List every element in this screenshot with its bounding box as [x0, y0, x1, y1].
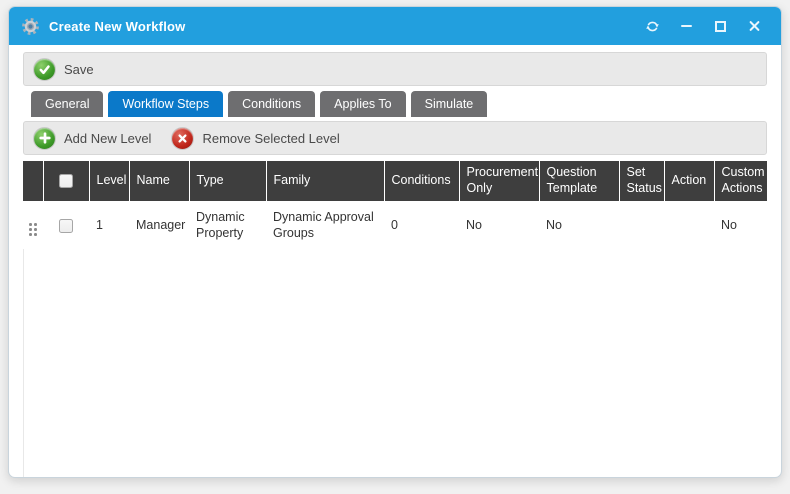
cell-set-status [619, 201, 664, 249]
dialog-body: Save General Workflow Steps Conditions A… [9, 45, 781, 477]
remove-selected-level-button[interactable]: Remove Selected Level [171, 127, 339, 150]
workflow-steps-grid: Level Name Type Family Conditions Procur… [23, 161, 767, 477]
remove-selected-level-label: Remove Selected Level [202, 131, 339, 146]
cell-level: 1 [89, 201, 129, 249]
select-all-header [43, 161, 89, 201]
cell-action [664, 201, 714, 249]
column-header-conditions: Conditions [384, 161, 459, 201]
drag-handle-icon[interactable] [29, 223, 37, 236]
tab-simulate[interactable]: Simulate [411, 91, 488, 117]
column-header-procurement-only: Procurement Only [459, 161, 539, 201]
check-circle-icon [33, 58, 56, 81]
cell-question-template: No [539, 201, 619, 249]
tab-strip: General Workflow Steps Conditions Applie… [23, 91, 767, 117]
column-header-set-status: Set Status [619, 161, 664, 201]
tab-general[interactable]: General [31, 91, 103, 117]
cross-circle-icon [171, 127, 194, 150]
title-bar: Create New Workflow [9, 7, 781, 45]
cell-custom-actions: No [714, 201, 767, 249]
refresh-button[interactable] [637, 13, 667, 39]
maximize-button[interactable] [705, 13, 735, 39]
column-header-family: Family [266, 161, 384, 201]
level-toolbar: Add New Level Remove Selected Level [23, 121, 767, 155]
column-header-question-template: Question Template [539, 161, 619, 201]
column-header-action: Action [664, 161, 714, 201]
create-new-workflow-dialog: Create New Workflow Save [8, 6, 782, 478]
plus-circle-icon [33, 127, 56, 150]
cell-conditions: 0 [384, 201, 459, 249]
window-title: Create New Workflow [49, 19, 185, 34]
table-row: 1 Manager Dynamic Property Dynamic Appro… [23, 201, 767, 249]
tab-workflow-steps[interactable]: Workflow Steps [108, 91, 223, 117]
column-header-name: Name [129, 161, 189, 201]
close-icon [748, 20, 761, 33]
save-toolbar: Save [23, 52, 767, 86]
row-checkbox[interactable] [59, 219, 73, 233]
cell-type: Dynamic Property [189, 201, 266, 249]
save-button[interactable]: Save [33, 58, 94, 81]
refresh-icon [645, 19, 660, 34]
close-button[interactable] [739, 13, 769, 39]
column-header-type: Type [189, 161, 266, 201]
row-drag-cell [23, 201, 43, 249]
minimize-button[interactable] [671, 13, 701, 39]
save-label: Save [64, 62, 94, 77]
add-new-level-button[interactable]: Add New Level [33, 127, 151, 150]
add-new-level-label: Add New Level [64, 131, 151, 146]
column-header-custom-actions: Custom Actions [714, 161, 767, 201]
cell-procurement-only: No [459, 201, 539, 249]
gear-icon [21, 17, 40, 36]
cell-family: Dynamic Approval Groups [266, 201, 384, 249]
tab-conditions[interactable]: Conditions [228, 91, 315, 117]
maximize-icon [715, 21, 726, 32]
cell-name: Manager [129, 201, 189, 249]
select-all-checkbox[interactable] [59, 174, 73, 188]
grid-header-row: Level Name Type Family Conditions Procur… [23, 161, 767, 201]
tab-applies-to[interactable]: Applies To [320, 91, 405, 117]
row-select-cell [43, 201, 89, 249]
grid-empty-area [23, 249, 767, 477]
drag-column-header [23, 161, 43, 201]
column-header-level: Level [89, 161, 129, 201]
minimize-icon [681, 25, 692, 27]
